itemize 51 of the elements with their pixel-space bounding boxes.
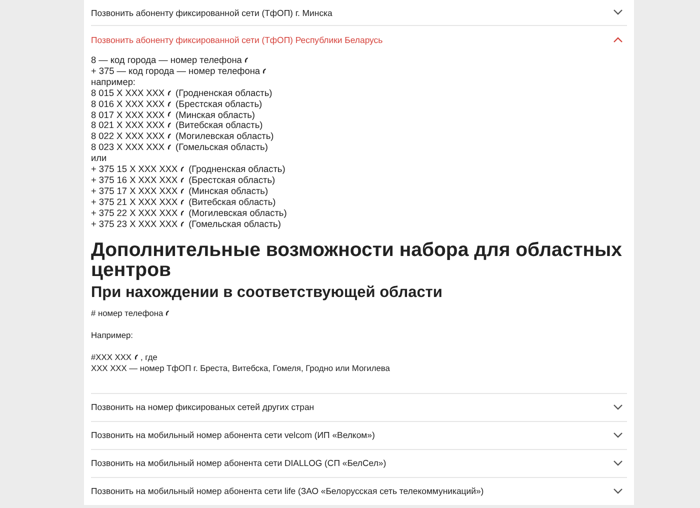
region-note: (Витебская область) xyxy=(176,120,263,132)
phone-number: + 375 — код города — номер телефона xyxy=(91,66,260,77)
region-note: (Брестская область) xyxy=(176,98,262,110)
accordion-header[interactable]: Позвонить на мобильный номер абонента сети life (ЗАО «Белорусская сеть телекоммуникаций») xyxy=(91,478,627,504)
body-text: XXX XXX — номер ТфОП г. Бреста, Витебска, Гомеля, Гродно или Могилева xyxy=(91,362,390,374)
section-heading: Дополнительные возможности набора для областных центров xyxy=(91,240,624,280)
accordion-header[interactable]: Позвонить абоненту фиксированной сети (ТфОП) Республики Беларусь xyxy=(91,26,627,53)
region-note: (Витебская область) xyxy=(188,196,276,208)
chevron-icon[interactable] xyxy=(613,36,623,43)
phone-number: + 375 22 X XXX XXX xyxy=(91,208,178,219)
accordion-header[interactable]: Позвонить на мобильный номер абонента сети velcom (ИП «Велком») xyxy=(91,422,627,448)
region-note: (Гродненская область) xyxy=(176,88,272,99)
phone-icon xyxy=(262,68,268,75)
phone-number: 8 017 X XXX XXX xyxy=(91,110,165,120)
phone-number: + 375 17 X XXX XXX xyxy=(91,186,178,197)
phone-number: 8 015 X XXX XXX xyxy=(91,88,165,99)
region-note: , где xyxy=(140,352,158,362)
phone-icon xyxy=(134,354,139,360)
chevron-icon[interactable] xyxy=(613,404,623,410)
region-note: (Минская область) xyxy=(188,186,268,197)
phone-number: + 375 21 X XXX XXX xyxy=(91,196,178,208)
phone-number: # номер телефона xyxy=(91,308,164,318)
chevron-icon[interactable] xyxy=(613,460,623,466)
phone-number: + 375 16 X XXX XXX xyxy=(91,174,178,186)
phone-number: + 375 23 X XXX XXX xyxy=(91,218,178,230)
phone-number: 8 022 X XXX XXX xyxy=(91,131,165,142)
chevron-icon[interactable] xyxy=(613,9,623,16)
accordion-header[interactable]: Позвонить абоненту фиксированной сети (ТфОП) г. Минска xyxy=(91,0,627,25)
phone-icon xyxy=(165,310,170,316)
phone-number: + 375 15 X XXX XXX xyxy=(91,164,178,175)
region-note: (Минская область) xyxy=(176,110,255,120)
phone-number: 8 016 X XXX XXX xyxy=(91,98,165,110)
region-note: (Брестская область) xyxy=(188,174,276,186)
region-note: (Могилевская область) xyxy=(176,131,274,142)
region-note: (Могилевская область) xyxy=(188,208,287,219)
region-note: (Гомельская область) xyxy=(176,142,268,154)
region-note: (Гродненская область) xyxy=(188,164,286,175)
accordion-header[interactable]: Позвонить на мобильный номер абонента сети DIALLOG (СП «БелСел») xyxy=(91,450,627,476)
phone-icon xyxy=(244,56,249,64)
body-text: Например: xyxy=(91,330,133,340)
phone-number: 8 023 X XXX XXX xyxy=(91,142,165,154)
body-text: или xyxy=(91,153,107,164)
section-subheading: При нахождении в соответствующей области xyxy=(91,284,444,302)
phone-number: 8 — код города — номер телефона xyxy=(91,55,242,66)
accordion-header[interactable]: Позвонить на номер фиксированых сетей других стран xyxy=(91,394,627,420)
region-note: (Гомельская область) xyxy=(188,218,281,230)
body-text: например: xyxy=(91,76,136,88)
phone-number: 8 021 X XXX XXX xyxy=(91,120,165,132)
phone-number: #XXX XXX xyxy=(91,352,132,362)
chevron-icon[interactable] xyxy=(613,432,623,438)
chevron-icon[interactable] xyxy=(613,488,623,494)
